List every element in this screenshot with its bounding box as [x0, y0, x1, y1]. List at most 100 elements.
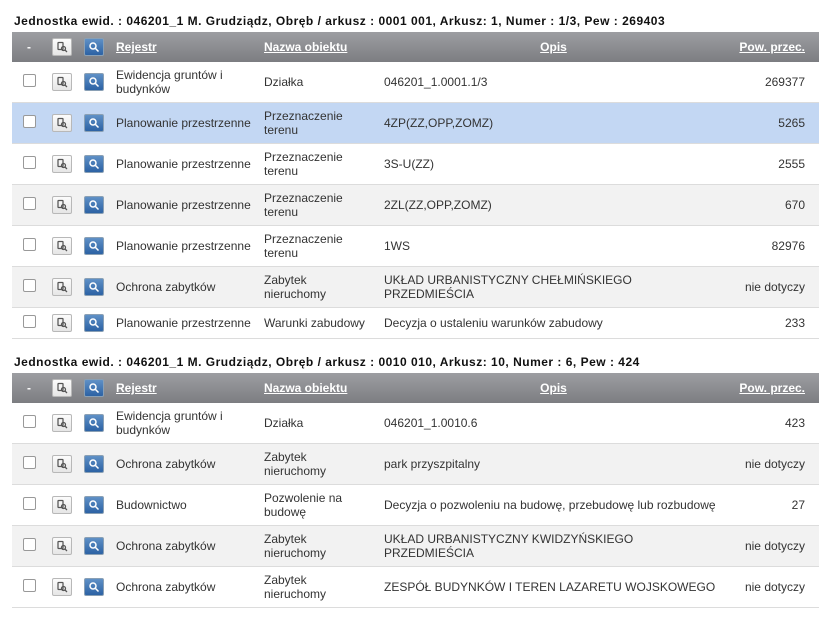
cell-rejestr: Ewidencja gruntów i budynków — [116, 68, 223, 96]
cell-pow: nie dotyczy — [745, 280, 805, 294]
document-search-icon[interactable] — [52, 314, 72, 332]
document-search-icon[interactable] — [52, 496, 72, 514]
col-header-opis[interactable]: Opis — [540, 381, 567, 395]
table-row[interactable]: Planowanie przestrzenne Przeznaczenie ter… — [12, 144, 819, 185]
cell-opis: 046201_1.0010.6 — [384, 416, 477, 430]
col-header-nazwa[interactable]: Nazwa obiektu — [264, 40, 347, 54]
data-table: - Rejestr Nazwa obiektu Opis Pow. przec. Ewid… — [12, 373, 819, 608]
col-header-opis[interactable]: Opis — [540, 40, 567, 54]
section: Jednostka ewid. : 046201_1 M. Grudziądz,… — [0, 351, 831, 608]
cell-pow: 670 — [785, 198, 805, 212]
col-header-pow[interactable]: Pow. przec. — [739, 40, 805, 54]
magnify-icon[interactable] — [84, 73, 104, 91]
cell-rejestr: Planowanie przestrzenne — [116, 157, 251, 171]
table-row[interactable]: BudownictwoPozwolenie na budowęDecyzja o… — [12, 485, 819, 526]
cell-nazwa: Przeznaczenie terenu — [264, 150, 343, 178]
cell-rejestr: Planowanie przestrzenne — [116, 198, 251, 212]
row-checkbox[interactable] — [23, 279, 36, 292]
document-search-icon[interactable] — [52, 38, 72, 56]
cell-pow: 2555 — [778, 157, 805, 171]
document-search-icon[interactable] — [52, 237, 72, 255]
header-dash[interactable]: - — [22, 40, 36, 54]
cell-nazwa: Zabytek nieruchomy — [264, 532, 326, 560]
magnify-icon[interactable] — [84, 278, 104, 296]
magnify-icon[interactable] — [84, 155, 104, 173]
cell-pow: nie dotyczy — [745, 457, 805, 471]
table-row[interactable]: Ochrona zabytkówZabytek nieruchomypark p… — [12, 444, 819, 485]
cell-opis: Decyzja o pozwoleniu na budowę, przebudo… — [384, 498, 716, 512]
cell-pow: 233 — [785, 316, 805, 330]
document-search-icon[interactable] — [52, 578, 72, 596]
cell-opis: 3S-U(ZZ) — [384, 157, 434, 171]
cell-pow: 27 — [792, 498, 805, 512]
magnify-icon[interactable] — [84, 38, 104, 56]
row-checkbox[interactable] — [23, 456, 36, 469]
cell-pow: 269377 — [765, 75, 805, 89]
document-search-icon[interactable] — [52, 414, 72, 432]
cell-pow: nie dotyczy — [745, 539, 805, 553]
cell-nazwa: Działka — [264, 416, 303, 430]
table-row[interactable]: Ewidencja gruntów i budynkówDziałka04620… — [12, 62, 819, 103]
row-checkbox[interactable] — [23, 579, 36, 592]
cell-rejestr: Ochrona zabytków — [116, 580, 215, 594]
cell-pow: 82976 — [772, 239, 805, 253]
cell-rejestr: Planowanie przestrzenne — [116, 239, 251, 253]
data-table: - Rejestr Nazwa obiektu Opis Pow. przec. Ewid… — [12, 32, 819, 339]
cell-rejestr: Ewidencja gruntów i budynków — [116, 409, 223, 437]
row-checkbox[interactable] — [23, 115, 36, 128]
row-checkbox[interactable] — [23, 197, 36, 210]
cell-nazwa: Działka — [264, 75, 303, 89]
magnify-icon[interactable] — [84, 237, 104, 255]
cell-pow: nie dotyczy — [745, 580, 805, 594]
cell-opis: 4ZP(ZZ,OPP,ZOMZ) — [384, 116, 493, 130]
section-title: Jednostka ewid. : 046201_1 M. Grudziądz,… — [0, 351, 831, 373]
cell-pow: 5265 — [778, 116, 805, 130]
cell-rejestr: Planowanie przestrzenne — [116, 116, 251, 130]
row-checkbox[interactable] — [23, 315, 36, 328]
table-row[interactable]: Ewidencja gruntów i budynków Działka 04620… — [12, 403, 819, 444]
magnify-icon[interactable] — [84, 537, 104, 555]
magnify-icon[interactable] — [84, 455, 104, 473]
document-search-icon[interactable] — [52, 196, 72, 214]
table-row[interactable]: Planowanie przestrzennePrzeznaczenie ter… — [12, 226, 819, 267]
table-row[interactable]: Planowanie przestrzennePrzeznaczenie ter… — [12, 103, 819, 144]
document-search-icon[interactable] — [52, 155, 72, 173]
document-search-icon[interactable] — [52, 73, 72, 91]
magnify-icon[interactable] — [84, 496, 104, 514]
table-row[interactable]: Ochrona zabytkówZabytek nieruchomyUKŁAD … — [12, 526, 819, 567]
row-checkbox[interactable] — [23, 497, 36, 510]
cell-opis: ZESPÓŁ BUDYNKÓW I TEREN LAZARETU WOJSKOW… — [384, 580, 715, 594]
row-checkbox[interactable] — [23, 538, 36, 551]
row-checkbox[interactable] — [23, 156, 36, 169]
magnify-icon[interactable] — [84, 114, 104, 132]
table-row[interactable]: Planowanie przestrzennePrzeznaczenie ter… — [12, 185, 819, 226]
magnify-icon[interactable] — [84, 578, 104, 596]
document-search-icon[interactable] — [52, 537, 72, 555]
section-title: Jednostka ewid. : 046201_1 M. Grudziądz,… — [0, 10, 831, 32]
row-checkbox[interactable] — [23, 238, 36, 251]
magnify-icon[interactable] — [84, 314, 104, 332]
document-search-icon[interactable] — [52, 455, 72, 473]
col-header-nazwa[interactable]: Nazwa obiektu — [264, 381, 347, 395]
document-search-icon[interactable] — [52, 114, 72, 132]
cell-nazwa: Pozwolenie na budowę — [264, 491, 342, 519]
header-dash[interactable]: - — [22, 381, 36, 395]
magnify-icon[interactable] — [84, 414, 104, 432]
col-header-rejestr[interactable]: Rejestr — [116, 40, 157, 54]
table-row[interactable]: Ochrona zabytkówZabytek nieruchomyZESPÓŁ… — [12, 567, 819, 608]
cell-opis: UKŁAD URBANISTYCZNY CHEŁMIŃSKIEGO PRZEDM… — [384, 273, 632, 301]
cell-rejestr: Ochrona zabytków — [116, 457, 215, 471]
document-search-icon[interactable] — [52, 278, 72, 296]
document-search-icon[interactable] — [52, 379, 72, 397]
magnify-icon[interactable] — [84, 196, 104, 214]
col-header-pow[interactable]: Pow. przec. — [739, 381, 805, 395]
section: Jednostka ewid. : 046201_1 M. Grudziądz,… — [0, 10, 831, 339]
row-checkbox[interactable] — [23, 415, 36, 428]
row-checkbox[interactable] — [23, 74, 36, 87]
cell-opis: UKŁAD URBANISTYCZNY KWIDZYŃSKIEGO PRZEDM… — [384, 532, 633, 560]
table-row[interactable]: Ochrona zabytkówZabytek nieruchomyUKŁAD … — [12, 267, 819, 308]
magnify-icon[interactable] — [84, 379, 104, 397]
table-row[interactable]: Planowanie przestrzenneWarunki zabudowyD… — [12, 308, 819, 339]
col-header-rejestr[interactable]: Rejestr — [116, 381, 157, 395]
cell-rejestr: Ochrona zabytków — [116, 280, 215, 294]
